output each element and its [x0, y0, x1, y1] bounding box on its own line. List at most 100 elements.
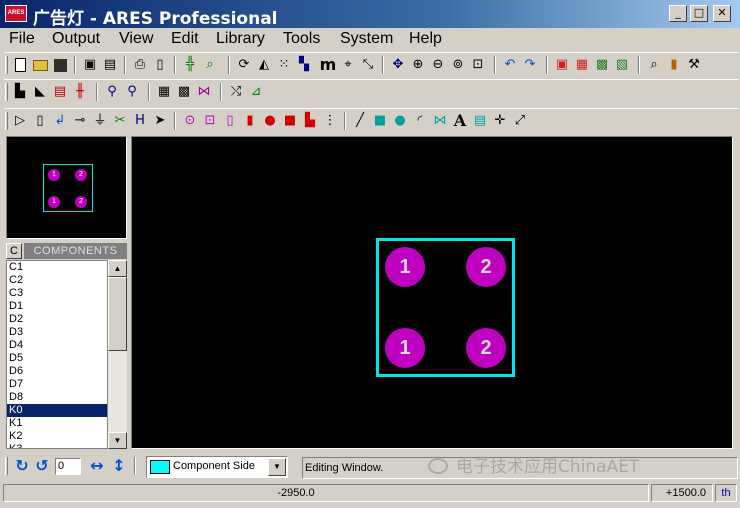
pad[interactable]: 1	[385, 247, 425, 287]
rotate-ccw-icon[interactable]: ↺	[33, 457, 51, 475]
layer-select[interactable]: Component Side ▼	[146, 456, 288, 478]
scroll-up-icon[interactable]: ▲	[108, 260, 127, 277]
menu-library[interactable]: Library	[216, 30, 265, 48]
circle-icon[interactable]: ●	[391, 112, 409, 130]
round-pad-icon[interactable]: ⊙	[181, 112, 199, 130]
undo-icon[interactable]: ↶	[501, 56, 519, 74]
list-item[interactable]: K1	[7, 417, 107, 430]
maximize-button[interactable]: □	[690, 5, 708, 22]
list-item[interactable]: C1	[7, 261, 107, 274]
text-icon[interactable]: A	[451, 112, 469, 130]
design-rules-icon[interactable]: ▩	[175, 83, 193, 101]
editing-window[interactable]: 1 2 1 2	[131, 136, 733, 449]
close-button[interactable]: ✕	[713, 5, 731, 22]
netlist-icon[interactable]: ╬	[181, 56, 199, 74]
graph-icon[interactable]: ⤭	[227, 83, 245, 101]
list-item[interactable]: D8	[7, 391, 107, 404]
path-icon[interactable]: ⋈	[431, 112, 449, 130]
toolbar-grip[interactable]	[5, 457, 8, 475]
units-toggle[interactable]: th	[715, 484, 737, 502]
menu-tools[interactable]: Tools	[283, 30, 320, 48]
menu-view[interactable]: View	[119, 30, 153, 48]
tool-c-icon[interactable]: ▤	[51, 83, 69, 101]
list-item[interactable]: D3	[7, 326, 107, 339]
list-item[interactable]: D5	[7, 352, 107, 365]
property-icon[interactable]: ⚲	[123, 83, 141, 101]
snap-icon[interactable]: ⤡	[359, 56, 377, 74]
block-move-icon[interactable]: ▦	[573, 56, 591, 74]
overview-window[interactable]: 1 2 1 2	[6, 136, 127, 239]
zoom-area-icon[interactable]: ⊡	[469, 56, 487, 74]
list-item[interactable]: K2	[7, 430, 107, 443]
list-item-selected[interactable]: K0	[7, 404, 107, 417]
import-icon[interactable]: ▣	[81, 56, 99, 74]
tool-a-icon[interactable]: ▙	[11, 83, 29, 101]
menu-output[interactable]: Output	[52, 30, 100, 48]
list-item[interactable]: D1	[7, 300, 107, 313]
square-pad-icon[interactable]: ⊡	[201, 112, 219, 130]
list-item[interactable]: D2	[7, 313, 107, 326]
redo-icon[interactable]: ↷	[521, 56, 539, 74]
new-file-icon[interactable]	[11, 56, 29, 74]
list-item[interactable]: D6	[7, 365, 107, 378]
rotate-cw-icon[interactable]: ↻	[13, 457, 31, 475]
decompose-icon[interactable]: ⚒	[685, 56, 703, 74]
minimize-button[interactable]: _	[669, 5, 687, 22]
box-icon[interactable]: ■	[371, 112, 389, 130]
pad[interactable]: 1	[385, 328, 425, 368]
layers-icon[interactable]: ◭	[255, 56, 273, 74]
block-rotate-icon[interactable]: ▩	[593, 56, 611, 74]
origin-icon[interactable]: ▚	[295, 56, 313, 74]
toolbar-grip[interactable]	[5, 83, 8, 101]
rotation-angle-input[interactable]: 0	[55, 458, 81, 475]
track-mode-icon[interactable]: ↲	[51, 112, 69, 130]
refresh-icon[interactable]: ⟳	[235, 56, 253, 74]
graph-icon[interactable]: ⊿	[247, 83, 265, 101]
circle-pad-icon[interactable]: ●	[261, 112, 279, 130]
chevron-down-icon[interactable]: ▼	[268, 458, 286, 476]
symbol-icon[interactable]: ▤	[471, 112, 489, 130]
pan-icon[interactable]: ✥	[389, 56, 407, 74]
components-scrollbar[interactable]: ▲ ▼	[108, 260, 127, 449]
connectivity-icon[interactable]: H	[131, 112, 149, 130]
selection-icon[interactable]: ➤	[151, 112, 169, 130]
list-item[interactable]: D7	[7, 378, 107, 391]
make-package-icon[interactable]: ▮	[665, 56, 683, 74]
pad[interactable]: 2	[466, 247, 506, 287]
zone-mode-icon[interactable]: ⏚	[91, 112, 109, 130]
list-item[interactable]: C2	[7, 274, 107, 287]
dimension-icon[interactable]: ⤢	[511, 112, 529, 130]
metric-icon[interactable]: m	[319, 56, 337, 74]
mirror-vertical-icon[interactable]: ↕	[110, 457, 128, 475]
block-copy-icon[interactable]: ▣	[553, 56, 571, 74]
board-outline[interactable]: 1 2 1 2	[376, 238, 515, 377]
scroll-down-icon[interactable]: ▼	[108, 432, 127, 449]
pad[interactable]: 2	[466, 328, 506, 368]
net-icon[interactable]: ▦	[155, 83, 173, 101]
toolbar-grip[interactable]	[5, 56, 8, 74]
components-list[interactable]: C1 C2 C3 D1 D2 D3 D4 D5 D6 D7 D8 K0 K1 K…	[6, 260, 108, 449]
component-mode-button[interactable]: C	[6, 243, 22, 259]
tool-b-icon[interactable]: ◣	[31, 83, 49, 101]
list-item[interactable]: K3	[7, 443, 107, 448]
menu-system[interactable]: System	[340, 30, 393, 48]
zoom-out-icon[interactable]: ⊖	[429, 56, 447, 74]
block-delete-icon[interactable]: ▧	[613, 56, 631, 74]
export-icon[interactable]: ▤	[101, 56, 119, 74]
component-mode-icon[interactable]: ▷	[11, 112, 29, 130]
marker-icon[interactable]: ✛	[491, 112, 509, 130]
menu-file[interactable]: File	[9, 30, 35, 48]
padstack-icon[interactable]: ⋮	[321, 112, 339, 130]
open-folder-icon[interactable]	[31, 56, 49, 74]
polygon-pad-icon[interactable]: ▙	[301, 112, 319, 130]
mirror-horizontal-icon[interactable]: ↔	[88, 457, 106, 475]
list-item[interactable]: D4	[7, 339, 107, 352]
zoom-in-icon[interactable]: ⊕	[409, 56, 427, 74]
tool-d-icon[interactable]: ╫	[71, 83, 89, 101]
via-mode-icon[interactable]: ⊸	[71, 112, 89, 130]
print-icon[interactable]: ⎙	[131, 56, 149, 74]
smt-pad-icon[interactable]: ■	[281, 112, 299, 130]
package-mode-icon[interactable]: ▯	[31, 112, 49, 130]
menu-help[interactable]: Help	[409, 30, 442, 48]
crosshair-icon[interactable]: ⌖	[339, 56, 357, 74]
